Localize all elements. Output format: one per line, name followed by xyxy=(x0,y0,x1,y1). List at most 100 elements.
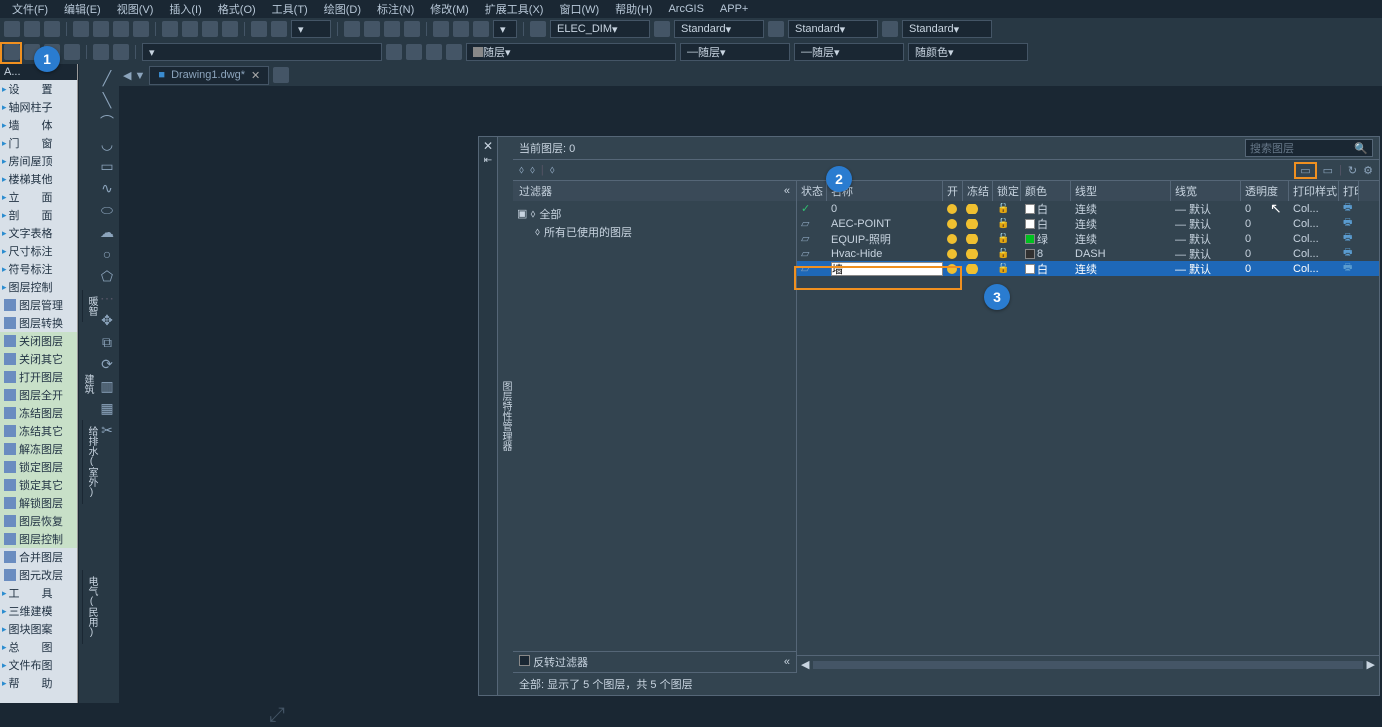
tool-dropdown[interactable]: ▾ xyxy=(291,20,331,38)
zoom-win-icon[interactable] xyxy=(404,21,420,37)
lock-icon[interactable]: 🔓 xyxy=(997,263,1009,274)
tree-subitem[interactable]: 关闭图层 xyxy=(0,332,77,350)
filter-tool-icon[interactable]: ⬨ xyxy=(519,164,524,177)
zoom-ext-icon[interactable] xyxy=(384,21,400,37)
layer-row[interactable]: ▱EQUIP-照明🔓 绿连续— 默认0Col...🖶 xyxy=(797,231,1379,246)
line-icon[interactable]: ╱ xyxy=(99,70,115,86)
col-header[interactable]: 打印样式 xyxy=(1289,181,1339,201)
prop-icon[interactable] xyxy=(113,44,129,60)
textstyle-select[interactable]: Standard ▾ xyxy=(674,20,764,38)
tree-used[interactable]: ⬨ 所有已使用的图层 xyxy=(517,223,792,241)
settings-icon[interactable]: ⚙ xyxy=(1363,164,1373,177)
tree-subitem[interactable]: 合并图层 xyxy=(0,548,77,566)
tree-subitem[interactable]: 图层恢复 xyxy=(0,512,77,530)
menu-tools[interactable]: 工具(T) xyxy=(264,1,316,17)
filter-tool-icon[interactable]: ⬨ xyxy=(530,164,535,177)
polyline-icon[interactable]: ◡ xyxy=(99,136,115,152)
menu-ext[interactable]: 扩展工具(X) xyxy=(477,1,552,17)
close-icon[interactable]: ✕ xyxy=(483,139,493,153)
plotstyle-select[interactable]: 随颜色 ▾ xyxy=(908,43,1028,61)
bulb-icon[interactable] xyxy=(947,219,957,229)
trim-icon[interactable]: ✂ xyxy=(99,422,115,438)
menu-dim[interactable]: 标注(N) xyxy=(369,1,422,17)
tree-item[interactable]: ▸符号标注 xyxy=(0,260,77,278)
col-header[interactable]: 冻结 xyxy=(963,181,993,201)
open-icon[interactable] xyxy=(24,21,40,37)
color-swatch[interactable] xyxy=(1025,264,1035,274)
dimstyle-select[interactable]: ELEC_DIM ▾ xyxy=(550,20,650,38)
lineweight-select[interactable]: — 随层 ▾ xyxy=(794,43,904,61)
pin-icon[interactable]: ⇤ xyxy=(484,155,492,166)
arc-icon[interactable]: ⌒ xyxy=(99,114,115,130)
col-header[interactable]: 锁定 xyxy=(993,181,1021,201)
dim-icon[interactable] xyxy=(530,21,546,37)
sun-icon[interactable] xyxy=(967,249,977,259)
bulb-icon[interactable] xyxy=(947,204,957,214)
sun-icon[interactable] xyxy=(967,264,977,274)
match-icon[interactable] xyxy=(222,21,238,37)
tool-icon[interactable] xyxy=(251,21,267,37)
paste-icon[interactable] xyxy=(202,21,218,37)
menu-help[interactable]: 帮助(H) xyxy=(607,1,660,17)
sun-icon[interactable] xyxy=(967,219,977,229)
menu-modify[interactable]: 修改(M) xyxy=(422,1,477,17)
close-icon[interactable]: ✕ xyxy=(251,69,260,82)
redo-icon[interactable] xyxy=(93,21,109,37)
mleaderstyle-select[interactable]: Standard ▾ xyxy=(902,20,992,38)
menu-file[interactable]: 文件(F) xyxy=(4,1,56,17)
tree-subitem[interactable]: 图层全开 xyxy=(0,386,77,404)
sun-icon[interactable] xyxy=(967,234,977,244)
lock-icon[interactable]: 🔓 xyxy=(997,203,1009,214)
tree-subitem[interactable]: 图元改层 xyxy=(0,566,77,584)
color-swatch[interactable] xyxy=(1025,204,1035,214)
tree-item[interactable]: ▸立 面 xyxy=(0,188,77,206)
new-tab-icon[interactable] xyxy=(273,67,289,83)
col-header[interactable]: 状态 xyxy=(797,181,827,201)
xline-icon[interactable]: ╲ xyxy=(99,92,115,108)
tree-subitem[interactable]: 冻结其它 xyxy=(0,422,77,440)
menu-arcgis[interactable]: ArcGIS xyxy=(660,3,711,15)
mirror-icon[interactable]: ▥ xyxy=(99,378,115,394)
tree-item[interactable]: ▸图块图案 xyxy=(0,620,77,638)
rotate-icon[interactable]: ⟳ xyxy=(99,356,115,372)
pan-icon[interactable] xyxy=(344,21,360,37)
tree-item[interactable]: ▸文字表格 xyxy=(0,224,77,242)
menu-window[interactable]: 窗口(W) xyxy=(551,1,607,17)
menu-app[interactable]: APP+ xyxy=(712,3,756,15)
strip-plumb[interactable]: 给排水(室外) xyxy=(82,420,99,504)
table-icon[interactable] xyxy=(768,21,784,37)
color-select[interactable]: 随层 ▾ xyxy=(466,43,676,61)
tree-subitem[interactable]: 解冻图层 xyxy=(0,440,77,458)
layer-row[interactable]: ✓0🔓 白连续— 默认0Col...🖶 xyxy=(797,201,1379,216)
h-scrollbar[interactable]: ◀▶ xyxy=(797,655,1379,673)
color-swatch[interactable] xyxy=(1025,219,1035,229)
tree-item[interactable]: ▸剖 面 xyxy=(0,206,77,224)
cloud-icon[interactable]: ☁ xyxy=(99,224,115,240)
ellipse-icon[interactable]: ⬭ xyxy=(99,202,115,218)
layer-tools-icon[interactable] xyxy=(406,44,422,60)
tree-subitem[interactable]: 解锁图层 xyxy=(0,494,77,512)
array-icon[interactable]: ▦ xyxy=(99,400,115,416)
circle-icon[interactable]: ○ xyxy=(99,246,115,262)
refresh-icon[interactable]: ↻ xyxy=(1348,164,1357,177)
new-layer-icon[interactable]: ▭ xyxy=(1294,162,1316,179)
col-header[interactable]: 透明度 xyxy=(1241,181,1289,201)
layer-tools-icon[interactable] xyxy=(446,44,462,60)
menu-draw[interactable]: 绘图(D) xyxy=(316,1,369,17)
strip-hvac[interactable]: 暖智 xyxy=(82,290,99,322)
mleader-icon[interactable] xyxy=(882,21,898,37)
new-icon[interactable] xyxy=(4,21,20,37)
tree-item[interactable]: ▸文件布图 xyxy=(0,656,77,674)
col-header[interactable]: 开 xyxy=(943,181,963,201)
tree-subitem[interactable]: 冻结图层 xyxy=(0,404,77,422)
collapse-icon[interactable]: « xyxy=(784,656,790,668)
tree-item[interactable]: ▸门 窗 xyxy=(0,134,77,152)
tree-item[interactable]: ▸房间屋顶 xyxy=(0,152,77,170)
menu-view[interactable]: 视图(V) xyxy=(109,1,162,17)
strip-elec[interactable]: 电气(民用) xyxy=(82,570,99,644)
tree-item[interactable]: ▸轴网柱子 xyxy=(0,98,77,116)
tree-subitem[interactable]: 图层管理 xyxy=(0,296,77,314)
menu-format[interactable]: 格式(O) xyxy=(210,1,264,17)
tree-item[interactable]: ▸设 置 xyxy=(0,80,77,98)
col-header[interactable]: 线宽 xyxy=(1171,181,1241,201)
